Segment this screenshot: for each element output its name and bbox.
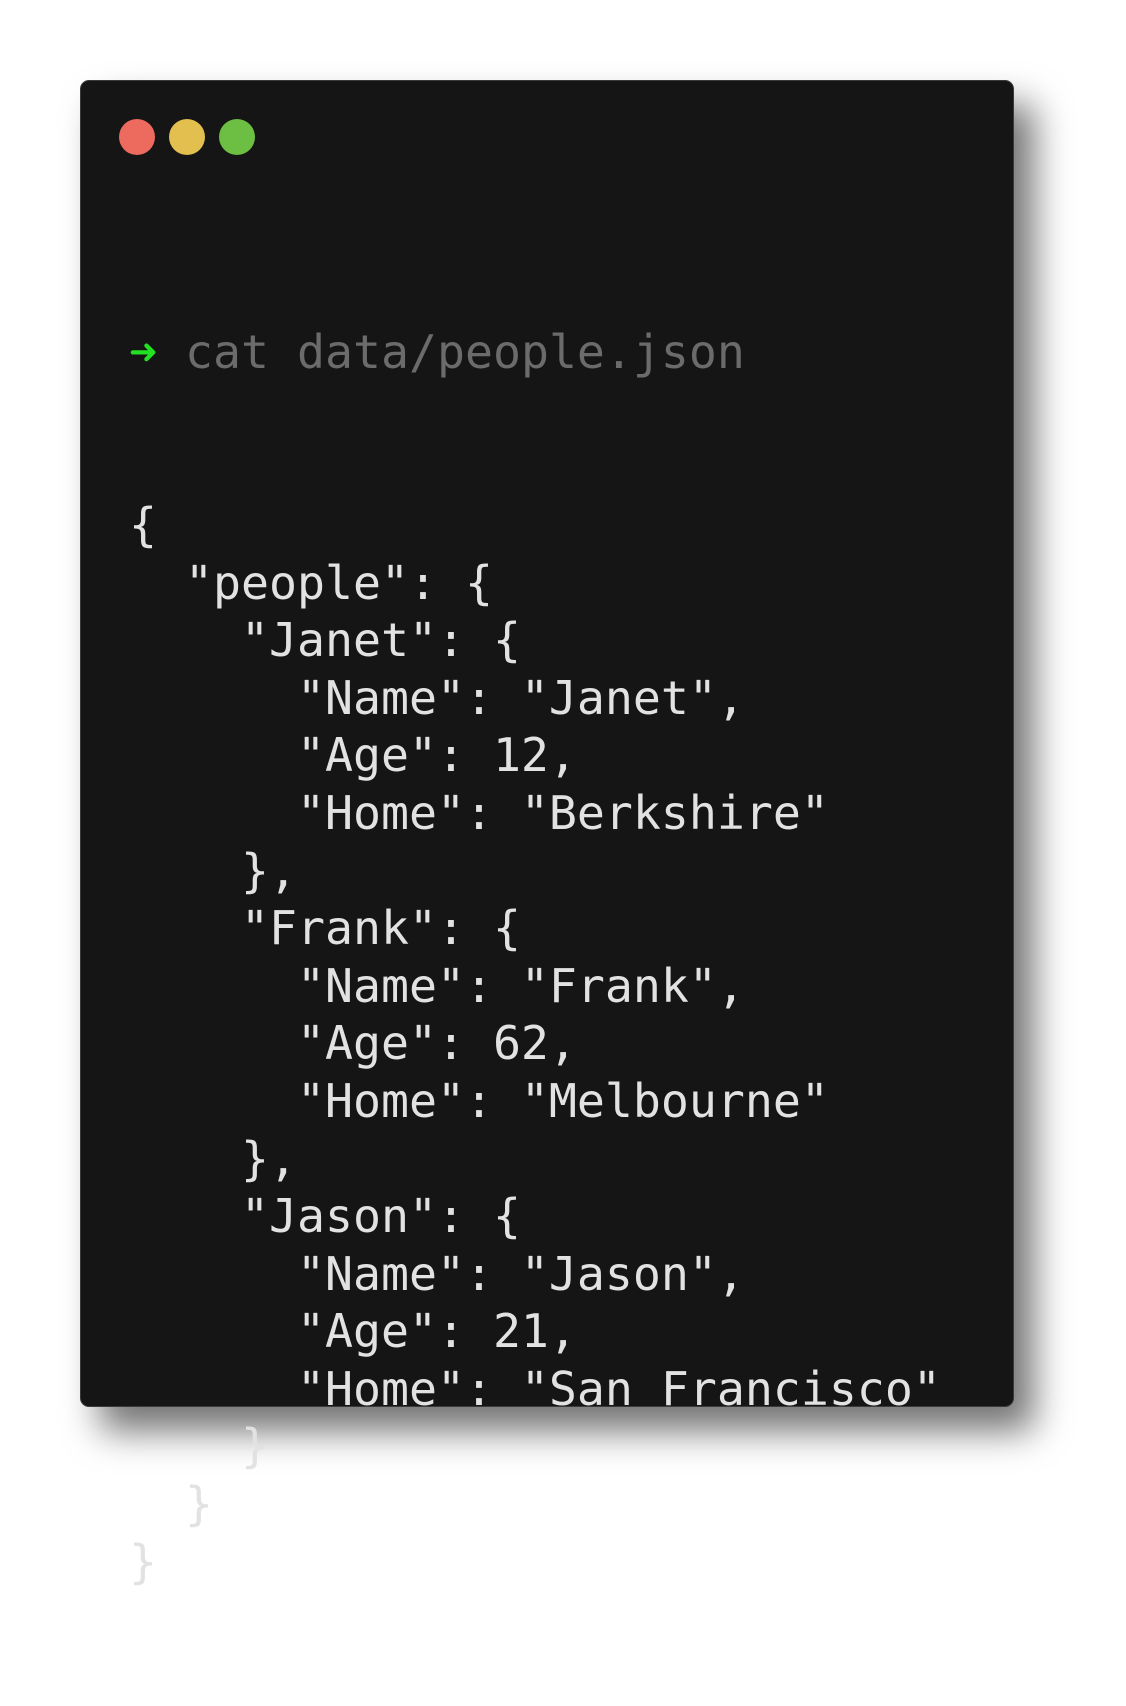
output-line: "Age": 62, <box>129 1016 577 1071</box>
output-line: "Home": "Melbourne" <box>129 1073 829 1128</box>
output-line: "Jason": { <box>129 1189 521 1244</box>
maximize-button[interactable] <box>219 119 255 155</box>
minimize-button[interactable] <box>169 119 205 155</box>
output-line: "Janet": { <box>129 613 521 668</box>
output-line: "Frank": { <box>129 901 521 956</box>
close-button[interactable] <box>119 119 155 155</box>
command-output: { "people": { "Janet": { "Name": "Janet"… <box>129 497 941 1591</box>
output-line: } <box>129 1419 269 1474</box>
output-line: "Home": "San Francisco" <box>129 1361 941 1416</box>
terminal-window: ➜ cat data/people.json { "people": { "Ja… <box>80 80 1014 1589</box>
output-line: } <box>129 1477 213 1532</box>
output-line: "Name": "Frank", <box>129 958 745 1013</box>
output-line: "Name": "Jason", <box>129 1246 745 1301</box>
window-controls <box>119 119 255 155</box>
command-text: cat data/people.json <box>185 325 745 380</box>
output-line: "Name": "Janet", <box>129 670 745 725</box>
output-line: { <box>129 497 157 552</box>
command-line: ➜ cat data/people.json <box>129 324 941 382</box>
output-line: "Age": 12, <box>129 728 577 783</box>
prompt-arrow-icon: ➜ <box>129 325 157 380</box>
output-line: } <box>129 1534 157 1589</box>
output-line: }, <box>129 1131 297 1186</box>
output-line: }, <box>129 843 297 898</box>
terminal-content[interactable]: ➜ cat data/people.json { "people": { "Ja… <box>129 209 941 1706</box>
output-line: "Age": 21, <box>129 1304 577 1359</box>
output-line: "Home": "Berkshire" <box>129 785 829 840</box>
output-line: "people": { <box>129 555 493 610</box>
